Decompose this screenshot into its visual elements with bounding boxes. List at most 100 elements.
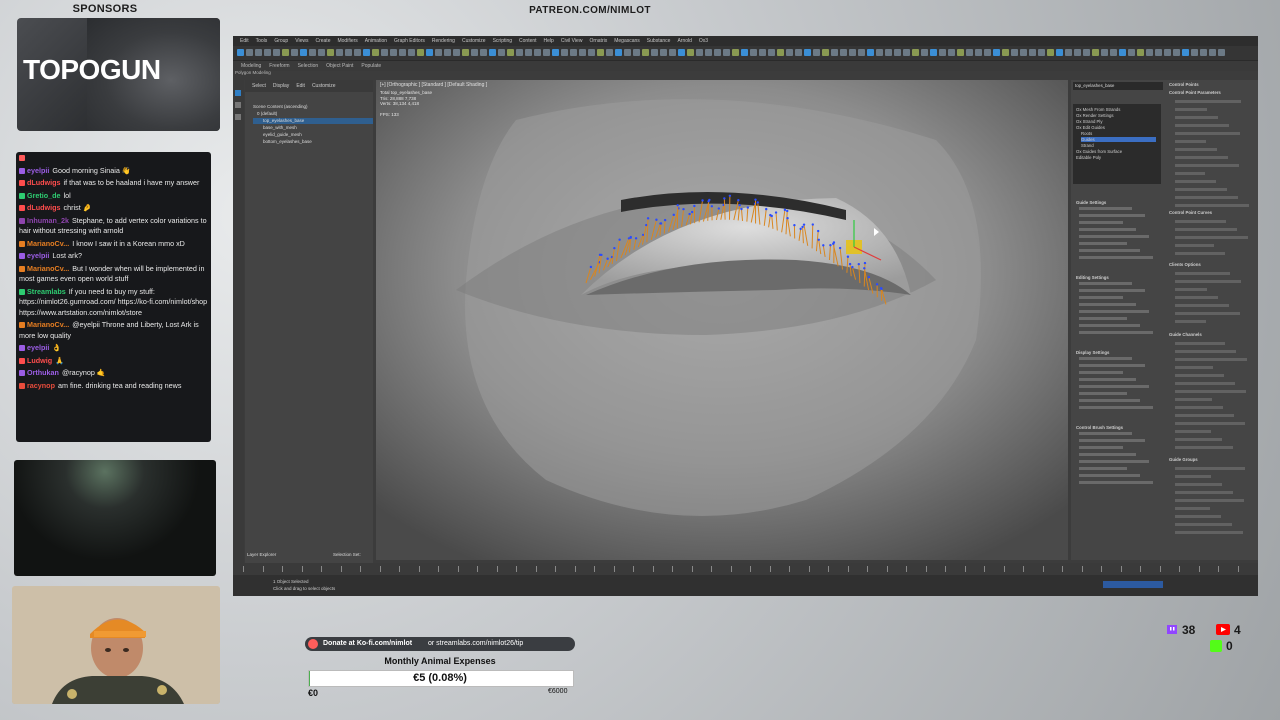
guide-control-point[interactable] bbox=[723, 197, 726, 200]
guide-control-point[interactable] bbox=[690, 210, 694, 214]
chat-username[interactable]: MarianoCv... bbox=[27, 239, 69, 248]
toolbar-icon[interactable] bbox=[300, 49, 307, 56]
chat-username[interactable]: Orthukan bbox=[27, 368, 59, 377]
panel-control[interactable] bbox=[1079, 481, 1153, 484]
panel-control[interactable] bbox=[1079, 242, 1127, 245]
toolbar-icon[interactable] bbox=[723, 49, 730, 56]
menu-item[interactable]: Ox3 bbox=[699, 38, 708, 44]
guide-control-point[interactable] bbox=[606, 257, 609, 260]
guide-control-point[interactable] bbox=[728, 194, 732, 197]
toolbar-icon[interactable] bbox=[912, 49, 919, 56]
toolbar-icon[interactable] bbox=[561, 49, 568, 56]
menu-item[interactable]: Tools bbox=[256, 38, 268, 44]
display-icon[interactable] bbox=[235, 114, 241, 120]
toolbar-icon[interactable] bbox=[381, 49, 388, 56]
toolbar-icon[interactable] bbox=[390, 49, 397, 56]
toolbar-icon[interactable] bbox=[678, 49, 685, 56]
guide-control-point[interactable] bbox=[688, 212, 691, 216]
explorer-tab[interactable]: Select bbox=[252, 83, 266, 89]
menu-item[interactable]: Content bbox=[519, 38, 537, 44]
menu-item[interactable]: Customize bbox=[462, 38, 486, 44]
toolbar-icon[interactable] bbox=[1137, 49, 1144, 56]
panel-section-header[interactable]: Editing Settings bbox=[1076, 275, 1109, 280]
toolbar-icon[interactable] bbox=[1164, 49, 1171, 56]
toolbar-icon[interactable] bbox=[318, 49, 325, 56]
toolbar-icon[interactable] bbox=[993, 49, 1000, 56]
panel-control[interactable] bbox=[1079, 357, 1132, 360]
chat-username[interactable]: eyelpii bbox=[27, 166, 49, 175]
guide-control-point[interactable] bbox=[659, 222, 663, 225]
ribbon-tab[interactable]: Populate bbox=[361, 63, 381, 69]
guide-control-point[interactable] bbox=[765, 207, 768, 211]
panel-control[interactable] bbox=[1079, 474, 1140, 477]
panel-control[interactable] bbox=[1175, 252, 1225, 255]
panel-control[interactable] bbox=[1175, 188, 1227, 191]
panel-control[interactable] bbox=[1175, 220, 1226, 223]
guide-control-point[interactable] bbox=[693, 204, 696, 208]
panel-control[interactable] bbox=[1175, 228, 1237, 231]
panel-section-header[interactable]: Control Brush Settings bbox=[1076, 425, 1123, 430]
toolbar-icon[interactable] bbox=[777, 49, 784, 56]
panel-control[interactable] bbox=[1175, 398, 1212, 401]
panel-control[interactable] bbox=[1175, 531, 1243, 534]
ribbon-tab[interactable]: Modeling bbox=[241, 63, 261, 69]
guide-control-point[interactable] bbox=[746, 206, 750, 209]
panel-control[interactable] bbox=[1079, 432, 1132, 435]
toolbar-icon[interactable] bbox=[615, 49, 622, 56]
menu-item[interactable]: Arnold bbox=[677, 38, 691, 44]
chat-username[interactable]: Gretio_de bbox=[27, 191, 61, 200]
toolbar-icon[interactable] bbox=[1065, 49, 1072, 56]
guide-control-point[interactable] bbox=[880, 287, 883, 291]
panel-control[interactable] bbox=[1079, 296, 1123, 299]
toolbar-icon[interactable] bbox=[714, 49, 721, 56]
toolbar-icon[interactable] bbox=[462, 49, 469, 56]
panel-control[interactable] bbox=[1079, 331, 1153, 334]
guide-control-point[interactable] bbox=[851, 265, 854, 269]
panel-control[interactable] bbox=[1079, 392, 1127, 395]
guide-strand[interactable] bbox=[811, 224, 814, 249]
toolbar-icon[interactable] bbox=[588, 49, 595, 56]
panel-section-header[interactable]: Clients Options bbox=[1169, 262, 1201, 267]
toolbar-icon[interactable] bbox=[921, 49, 928, 56]
guide-control-point[interactable] bbox=[802, 223, 806, 226]
guide-control-point[interactable] bbox=[770, 214, 773, 218]
chat-username[interactable]: eyelpii bbox=[27, 343, 49, 352]
toolbar-icon[interactable] bbox=[984, 49, 991, 56]
panel-control[interactable] bbox=[1175, 499, 1244, 502]
toolbar-icon[interactable] bbox=[1047, 49, 1054, 56]
panel-control[interactable] bbox=[1079, 385, 1149, 388]
toolbar-icon[interactable] bbox=[354, 49, 361, 56]
panel-control[interactable] bbox=[1175, 204, 1249, 207]
guide-control-point[interactable] bbox=[817, 238, 820, 241]
guide-control-point[interactable] bbox=[682, 207, 685, 211]
toolbar-icon[interactable] bbox=[471, 49, 478, 56]
chat-username[interactable]: Ludwig bbox=[27, 356, 52, 365]
toolbar-icon[interactable] bbox=[867, 49, 874, 56]
toolbar-icon[interactable] bbox=[1182, 49, 1189, 56]
chat-username[interactable]: racynop bbox=[27, 381, 55, 390]
panel-control[interactable] bbox=[1175, 382, 1235, 385]
panel-control[interactable] bbox=[1175, 272, 1230, 275]
panel-control[interactable] bbox=[1079, 364, 1145, 367]
toolbar-icon[interactable] bbox=[642, 49, 649, 56]
menu-item[interactable]: Modifiers bbox=[337, 38, 357, 44]
toolbar-icon[interactable] bbox=[660, 49, 667, 56]
panel-control[interactable] bbox=[1175, 296, 1218, 299]
toolbar-icon[interactable] bbox=[1029, 49, 1036, 56]
panel-control[interactable] bbox=[1175, 374, 1224, 377]
toolbar-icon[interactable] bbox=[489, 49, 496, 56]
viewport[interactable]: [+] [Orthographic ] [Standard ] [Default… bbox=[376, 80, 1068, 560]
panel-control[interactable] bbox=[1175, 140, 1206, 143]
panel-control[interactable] bbox=[1175, 414, 1234, 417]
modifier-item[interactable]: Roots bbox=[1081, 131, 1092, 136]
toolbar-icon[interactable] bbox=[741, 49, 748, 56]
toolbar-icon[interactable] bbox=[597, 49, 604, 56]
filter-icon[interactable] bbox=[235, 102, 241, 108]
toolbar-icon[interactable] bbox=[363, 49, 370, 56]
toolbar-icon[interactable] bbox=[903, 49, 910, 56]
toolbar-icon[interactable] bbox=[1101, 49, 1108, 56]
timeline-slider[interactable] bbox=[233, 563, 1258, 575]
toolbar-icon[interactable] bbox=[633, 49, 640, 56]
modifier-item[interactable]: Ox Edit Guides bbox=[1076, 125, 1105, 130]
panel-control[interactable] bbox=[1175, 475, 1211, 478]
